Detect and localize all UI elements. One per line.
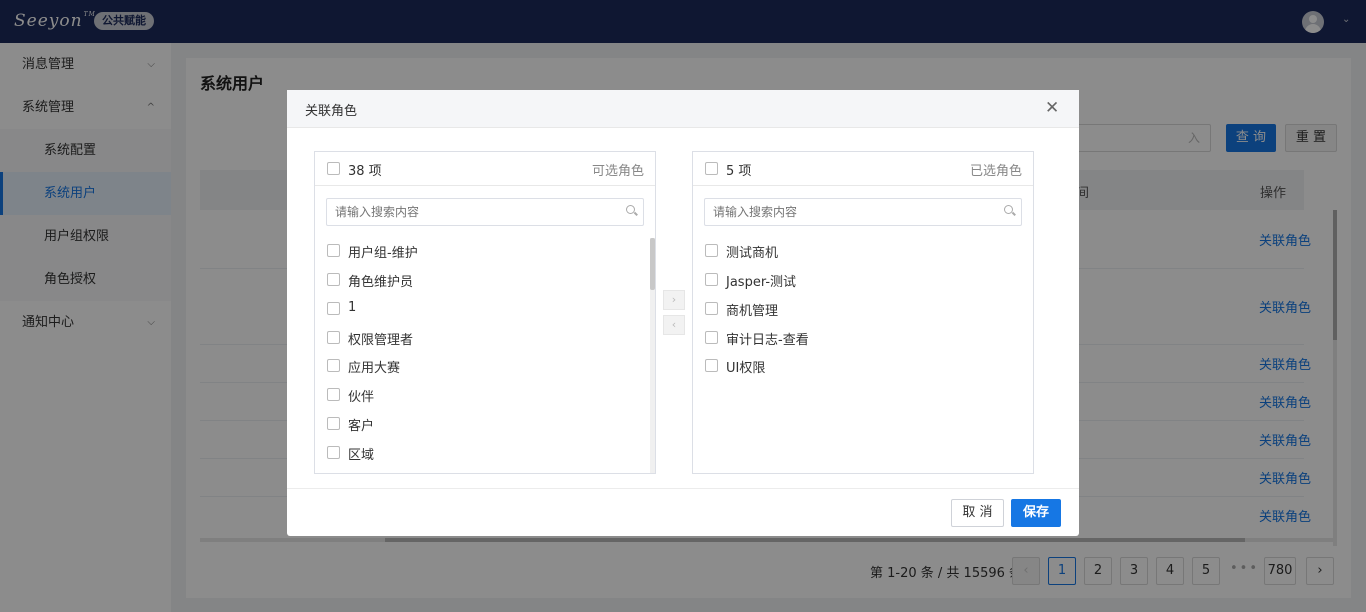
search-icon: [1004, 205, 1013, 214]
dialog-title: 关联角色: [305, 104, 358, 119]
move-left-button[interactable]: ‹: [663, 315, 685, 335]
available-roles-panel: 38 项 可选角色 用户组-维护 角色维护员 1 权限管理者 应用大赛 伙伴 客…: [314, 151, 656, 474]
move-right-button[interactable]: ›: [663, 290, 685, 310]
save-button[interactable]: 保存: [1011, 499, 1061, 527]
cancel-button[interactable]: 取 消: [951, 499, 1004, 527]
panel-title: 已选角色: [969, 164, 1022, 179]
associate-role-dialog: 关联角色 ✕ 38 项 可选角色 用户组-维护 角色维护员 1 权限管理者 应用…: [287, 90, 1079, 536]
close-icon[interactable]: ✕: [1045, 98, 1059, 118]
item-count: 5 项: [726, 164, 752, 179]
item-checkbox[interactable]: [705, 273, 718, 286]
item-checkbox[interactable]: [705, 359, 718, 372]
item-checkbox[interactable]: [705, 302, 718, 315]
item-checkbox[interactable]: [327, 273, 340, 286]
dialog-footer: 取 消 保存: [287, 488, 1079, 536]
search-input[interactable]: [704, 198, 1022, 226]
item-checkbox[interactable]: [705, 244, 718, 257]
selected-roles-panel: 5 项 已选角色 测试商机 Jasper-测试 商机管理 审计日志-查看 UI权…: [692, 151, 1034, 474]
select-all-checkbox[interactable]: [705, 162, 718, 175]
dialog-header: 关联角色 ✕: [287, 90, 1079, 128]
item-checkbox[interactable]: [327, 417, 340, 430]
item-checkbox[interactable]: [327, 388, 340, 401]
select-all-checkbox[interactable]: [327, 162, 340, 175]
list-scrollbar[interactable]: [650, 238, 655, 473]
item-checkbox[interactable]: [327, 331, 340, 344]
item-count: 38 项: [348, 164, 382, 179]
item-checkbox[interactable]: [327, 359, 340, 372]
panel-header: 5 项 已选角色: [693, 152, 1033, 186]
item-checkbox[interactable]: [327, 244, 340, 257]
panel-header: 38 项 可选角色: [315, 152, 655, 186]
search-icon: [626, 205, 635, 214]
search-input[interactable]: [326, 198, 644, 226]
item-checkbox[interactable]: [327, 302, 340, 315]
panel-title: 可选角色: [591, 164, 644, 179]
item-checkbox[interactable]: [327, 446, 340, 459]
item-checkbox[interactable]: [705, 331, 718, 344]
